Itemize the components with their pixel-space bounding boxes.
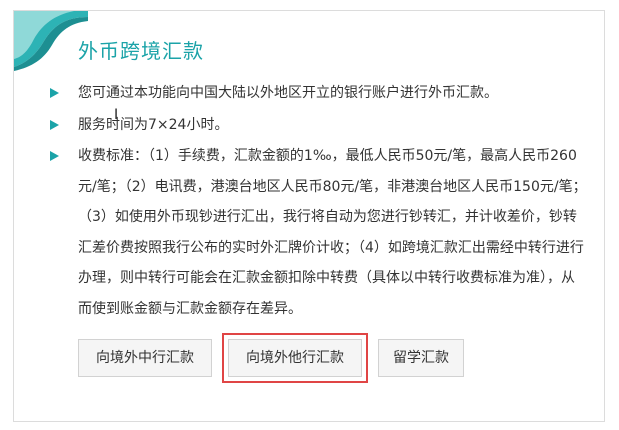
page-title: 外币跨境汇款 xyxy=(78,39,204,63)
remit-to-boc-overseas-button[interactable]: 向境外中行汇款 xyxy=(78,339,212,377)
study-abroad-remittance-button[interactable]: 留学汇款 xyxy=(378,339,464,377)
info-item-text: 服务时间为7×24小时。 xyxy=(78,117,229,133)
page-curl-icon xyxy=(14,11,88,71)
remit-to-other-bank-button[interactable]: 向境外他行汇款 xyxy=(228,339,362,377)
remittance-card: 外币跨境汇款 您可通过本功能向中国大陆以外地区开立的银行账户进行外币汇款。 服务… xyxy=(13,10,605,422)
text-cursor-icon: Ⅰ xyxy=(114,107,119,123)
triangle-right-icon xyxy=(50,88,59,98)
fee-description: 收费标准：（1）手续费，汇款金额的1‰，最低人民币50元/笔，最高人民币260元… xyxy=(78,148,587,317)
triangle-right-icon xyxy=(50,120,59,130)
triangle-right-icon xyxy=(50,151,59,161)
info-item-text: 您可通过本功能向中国大陆以外地区开立的银行账户进行外币汇款。 xyxy=(78,85,498,101)
